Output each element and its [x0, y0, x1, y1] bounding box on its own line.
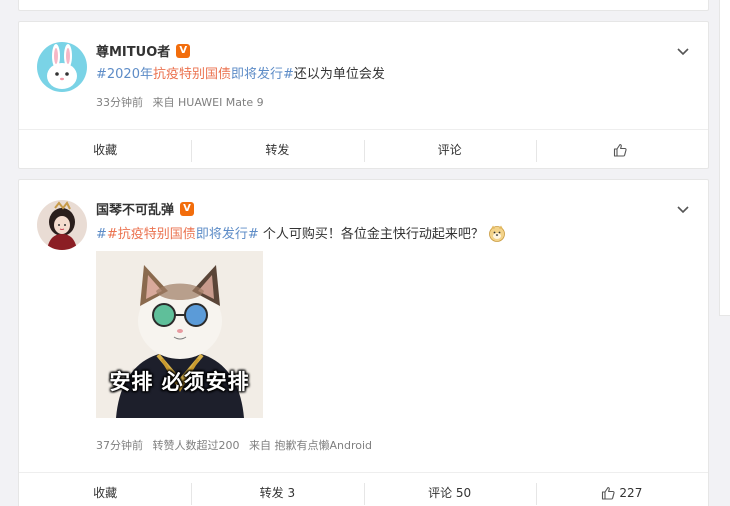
like-count: 227 [619, 485, 643, 500]
image-caption: 安排 必须安排 [109, 370, 250, 394]
favorite-button[interactable]: 收藏 [19, 473, 191, 506]
post-text: #2020年抗疫特别国债即将发行#还以为单位会发 [96, 66, 385, 84]
author-name[interactable]: 尊MITUO者 [96, 41, 170, 60]
repost-button[interactable]: 转发 [191, 130, 363, 169]
comment-button[interactable]: 评论 50 [363, 473, 536, 506]
verified-badge-icon: V [176, 43, 191, 58]
post-card: 国琴不可乱弹 V ##抗疫特别国债即将发行# 个人可购买！各位金主快行动起来吧？ [18, 179, 709, 506]
topic-link[interactable]: 即将发行# [196, 227, 259, 242]
repost-button[interactable]: 转发 3 [191, 473, 363, 506]
post-time[interactable]: 37分钟前 [96, 439, 143, 452]
comment-button[interactable]: 评论 [363, 130, 536, 169]
chevron-down-icon[interactable] [676, 44, 690, 58]
like-button[interactable] [535, 130, 708, 169]
favorite-label: 收藏 [93, 143, 118, 157]
comment-label: 评论 [437, 143, 462, 157]
action-bar: 收藏 转发 评论 [19, 129, 708, 169]
post-card: 尊MITUO者 V #2020年抗疫特别国债即将发行#还以为单位会发 33分钟前… [18, 21, 709, 169]
previous-post-card [18, 0, 709, 11]
post-meta: 33分钟前 来自 HUAWEI Mate 9 [96, 94, 270, 110]
topic-link[interactable]: 即将发行# [231, 67, 294, 82]
topic-link[interactable]: #抗疫特别国债 [107, 227, 196, 242]
repost-label: 转发 [265, 143, 290, 157]
favorite-label: 收藏 [93, 486, 118, 500]
post-image[interactable]: 安排 必须安排 [96, 251, 263, 418]
comment-label: 评论 50 [428, 486, 472, 500]
like-button[interactable]: 227 [535, 473, 708, 506]
avatar[interactable] [37, 42, 87, 92]
verified-badge-icon: V [180, 201, 195, 216]
favorite-button[interactable]: 收藏 [19, 130, 191, 169]
chevron-down-icon[interactable] [676, 202, 690, 216]
right-sidebar-edge [719, 0, 730, 316]
topic-link[interactable]: # [96, 227, 107, 242]
post-source: 来自 HUAWEI Mate 9 [152, 96, 264, 109]
post-body: 还以为单位会发 [293, 67, 385, 82]
repost-note: 转赞人数超过200 [152, 439, 240, 452]
topic-link[interactable]: 抗疫特别国债 [153, 67, 231, 82]
post-time[interactable]: 33分钟前 [96, 96, 143, 109]
post-meta: 37分钟前 转赞人数超过200 来自 抱歉有点懒Android [96, 437, 378, 453]
topic-link[interactable]: #2020年 [96, 67, 153, 82]
doge-emoji-icon [489, 225, 505, 242]
thumbs-up-icon [613, 143, 627, 157]
action-bar: 收藏 转发 3 评论 50 227 [19, 472, 708, 506]
post-body: 个人可购买！各位金主快行动起来吧？ [258, 227, 484, 242]
thumbs-up-icon [602, 486, 616, 500]
post-source: 来自 抱歉有点懒Android [249, 439, 373, 452]
avatar[interactable] [37, 200, 87, 250]
author-name[interactable]: 国琴不可乱弹 [96, 199, 174, 218]
post-text: ##抗疫特别国债即将发行# 个人可购买！各位金主快行动起来吧？ [96, 224, 506, 244]
repost-label: 转发 3 [259, 486, 296, 500]
